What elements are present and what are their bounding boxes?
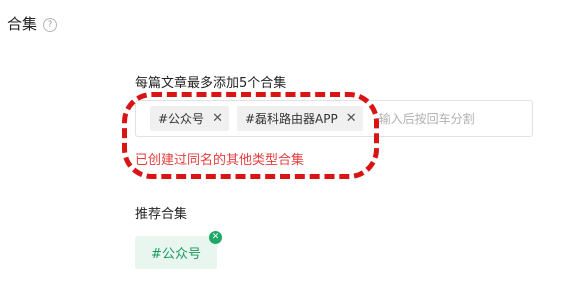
- close-icon[interactable]: ✕: [212, 112, 223, 125]
- close-circle-icon[interactable]: ✕: [209, 231, 222, 244]
- section-title: 合集: [7, 15, 38, 33]
- recommended-tag-label: #公众号: [151, 247, 201, 262]
- collection-field-label: 每篇文章最多添加5个合集: [135, 76, 287, 91]
- collection-settings-panel: 合集 ? 每篇文章最多添加5个合集 #公众号 ✕ #磊科路由器APP ✕ 已创建…: [0, 0, 579, 291]
- selected-tag-label: #磊科路由器APP: [244, 112, 338, 126]
- selected-tag-label: #公众号: [158, 112, 205, 126]
- collection-input[interactable]: [376, 110, 532, 127]
- recommended-label: 推荐合集: [135, 207, 188, 222]
- close-icon[interactable]: ✕: [346, 112, 357, 125]
- error-message: 已创建过同名的其他类型合集: [135, 153, 305, 168]
- recommended-tag[interactable]: #公众号: [135, 236, 217, 269]
- section-header: 合集 ?: [7, 13, 58, 34]
- question-circle-icon[interactable]: ?: [43, 17, 58, 32]
- collection-tag-input-box[interactable]: #公众号 ✕ #磊科路由器APP ✕: [135, 100, 533, 137]
- selected-tag: #磊科路由器APP ✕: [236, 106, 363, 131]
- selected-tag: #公众号 ✕: [150, 106, 229, 131]
